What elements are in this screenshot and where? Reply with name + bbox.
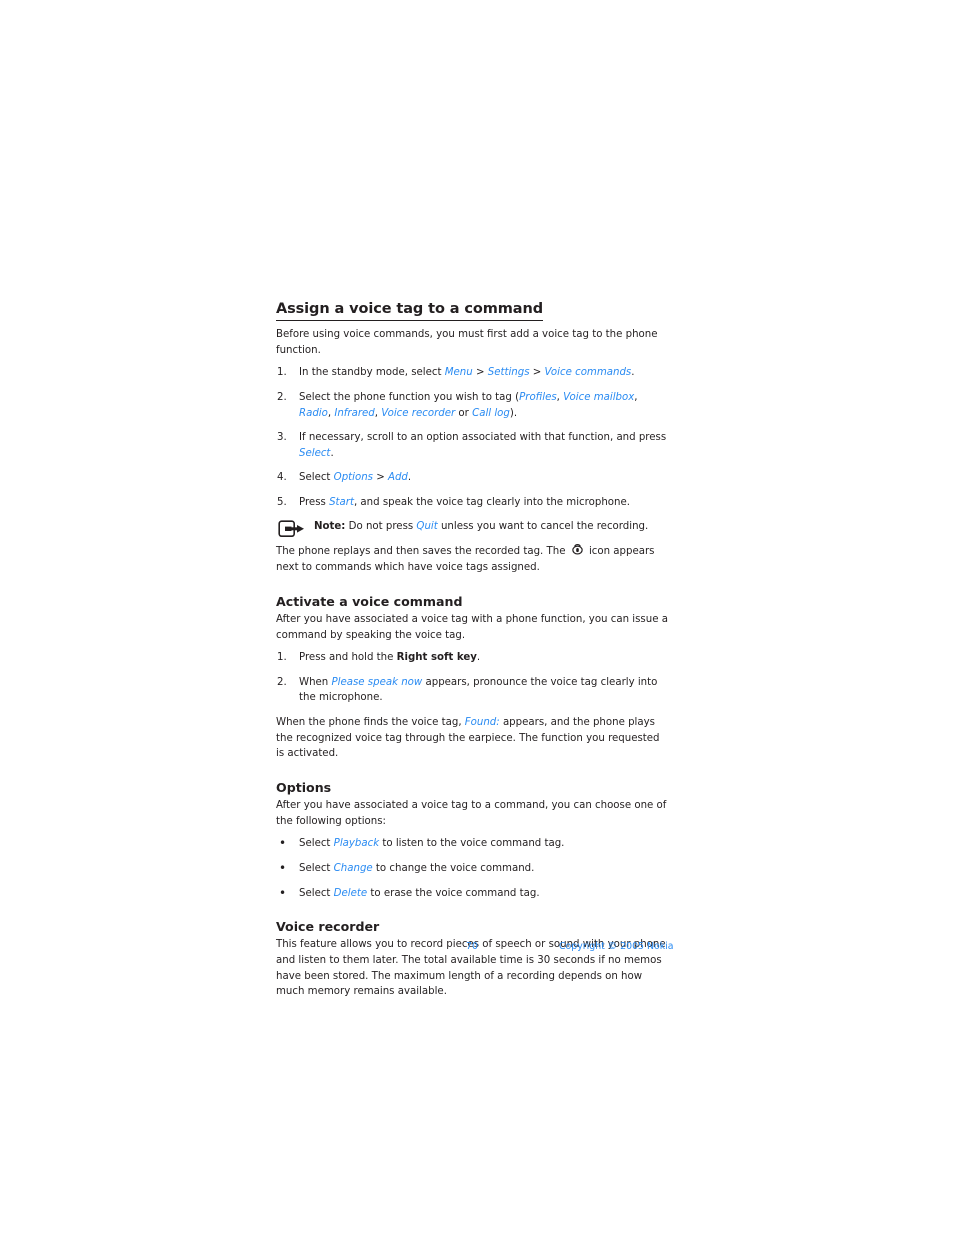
activate-outro-paragraph: When the phone finds the voice tag, Foun…	[276, 715, 668, 762]
emphasis-text: Right soft key	[396, 652, 477, 664]
text-run: to listen to the voice command tag.	[379, 838, 565, 850]
text-run: In the standby mode, select	[299, 367, 445, 379]
ui-term: Playback	[333, 838, 380, 850]
text-run: ,	[634, 391, 638, 403]
text-run: >	[372, 472, 388, 484]
intro-paragraph: Before using voice commands, you must fi…	[276, 329, 658, 356]
list-item: • Select Playback to listen to the voice …	[276, 836, 668, 852]
list-marker: 1.	[277, 367, 287, 379]
list-item: • Select Change to change the voice comma…	[276, 861, 668, 877]
page-title: Assign a voice tag to a command	[276, 300, 543, 322]
text-run: or	[455, 407, 473, 419]
ui-term: Profiles	[519, 391, 557, 403]
heading-voice-recorder: Voice recorder	[276, 919, 380, 935]
text-run: Do not press	[345, 521, 417, 533]
text-run: , and speak the voice tag clearly into t…	[353, 496, 630, 508]
ui-term: Menu	[444, 367, 473, 379]
text-run: >	[529, 367, 545, 379]
list-item: 1. Press and hold the Right soft key.	[276, 650, 668, 666]
note-text: Note: Do not press Quit unless you want …	[314, 521, 648, 532]
ui-term: Quit	[416, 521, 438, 533]
ui-term: Start	[329, 496, 354, 508]
note-pointer-icon	[278, 520, 308, 540]
list-item-text: Press Start, and speak the voice tag cle…	[299, 497, 630, 508]
list-item: 1. In the standby mode, select Menu > Set…	[276, 365, 668, 381]
note-block: Note: Do not press Quit unless you want …	[276, 519, 668, 543]
list-marker: •	[279, 860, 287, 875]
text-run: Select	[299, 472, 334, 484]
ui-term: Radio	[299, 407, 328, 419]
heading-activate-voice-command: Activate a voice command	[276, 593, 463, 609]
activate-steps-list: 1. Press and hold the Right soft key. 2. Wh…	[276, 650, 668, 706]
ui-term: Settings	[487, 367, 530, 379]
ui-term: Delete	[333, 887, 368, 899]
text-run: If necessary, scroll to an option associ…	[299, 432, 667, 444]
list-item: • Select Delete to erase the voice comman…	[276, 886, 668, 902]
text-run: Press and hold the	[299, 652, 397, 664]
heading-options: Options	[276, 779, 332, 795]
page-number: 70	[466, 941, 478, 952]
ui-term: Options	[333, 472, 373, 484]
text-run: Press	[299, 496, 330, 508]
page-content: Assign a voice tag to a command Before u…	[276, 298, 668, 1004]
list-item-text: Select Delete to erase the voice command…	[299, 888, 540, 899]
list-item-text: Select Change to change the voice comman…	[299, 863, 534, 874]
ui-term: Found:	[464, 716, 500, 728]
text-run: unless you want to cancel the recording.	[437, 521, 649, 533]
ui-term: Voice recorder	[381, 407, 456, 419]
text-run: Select	[299, 887, 334, 899]
text-run: ).	[509, 407, 518, 419]
text-run: .	[476, 652, 481, 664]
list-marker: 5.	[277, 496, 287, 508]
list-item-text: Select Playback to listen to the voice c…	[299, 838, 564, 849]
list-item: 3. If necessary, scroll to an option asso…	[276, 430, 668, 461]
list-marker: 2.	[277, 391, 287, 403]
text-run: to erase the voice command tag.	[367, 887, 540, 899]
after-note-paragraph: The phone replays and then saves the rec…	[276, 543, 668, 575]
list-marker: 2.	[277, 676, 287, 688]
text-run: .	[330, 447, 334, 459]
list-item-text: If necessary, scroll to an option associ…	[299, 432, 666, 459]
text-run: The phone replays and then saves the rec…	[276, 546, 569, 558]
text-run: Select the phone function you wish to ta…	[299, 391, 520, 403]
copyright-notice: Copyright © 2005 Nokia	[559, 941, 674, 952]
ui-term: Select	[299, 447, 331, 459]
list-item-text: Select Options > Add.	[299, 472, 411, 483]
list-item-text: Press and hold the Right soft key.	[299, 652, 480, 663]
list-item: 4. Select Options > Add.	[276, 470, 668, 486]
text-run: Select	[299, 838, 334, 850]
options-intro-paragraph: After you have associated a voice tag to…	[276, 800, 667, 827]
list-item-text: When Please speak now appears, pronounce…	[299, 677, 657, 704]
text-run: When	[299, 676, 332, 688]
list-marker: 1.	[277, 652, 287, 664]
ui-term: Please speak now	[331, 676, 423, 688]
activate-intro-paragraph: After you have associated a voice tag wi…	[276, 614, 668, 641]
voice-tag-icon	[571, 543, 584, 556]
list-marker: 3.	[277, 432, 287, 444]
list-marker: 4.	[277, 472, 287, 484]
list-item: 5. Press Start, and speak the voice tag c…	[276, 495, 668, 511]
text-run: .	[407, 472, 412, 484]
ui-term: Infrared	[334, 407, 375, 419]
list-item-text: Select the phone function you wish to ta…	[299, 392, 638, 419]
ui-term: Voice commands	[544, 367, 632, 379]
ui-term: Change	[333, 862, 373, 874]
text-run: Select	[299, 862, 334, 874]
ui-term: Add	[388, 472, 408, 484]
list-item: 2. Select the phone function you wish to …	[276, 390, 668, 421]
list-marker: •	[279, 836, 287, 851]
emphasis-text: Note:	[314, 521, 346, 533]
assign-steps-list: 1. In the standby mode, select Menu > Set…	[276, 365, 668, 510]
list-item: 2. When Please speak now appears, pronoun…	[276, 675, 668, 706]
text-run: >	[472, 367, 488, 379]
list-item-text: In the standby mode, select Menu > Setti…	[299, 367, 635, 378]
text-run: .	[631, 367, 635, 379]
text-run: to change the voice command.	[372, 862, 535, 874]
text-run: When the phone finds the voice tag,	[276, 716, 465, 728]
options-bullet-list: • Select Playback to listen to the voice …	[276, 836, 668, 901]
list-marker: •	[279, 885, 287, 900]
ui-term: Call log	[472, 407, 510, 419]
ui-term: Voice mailbox	[563, 391, 635, 403]
